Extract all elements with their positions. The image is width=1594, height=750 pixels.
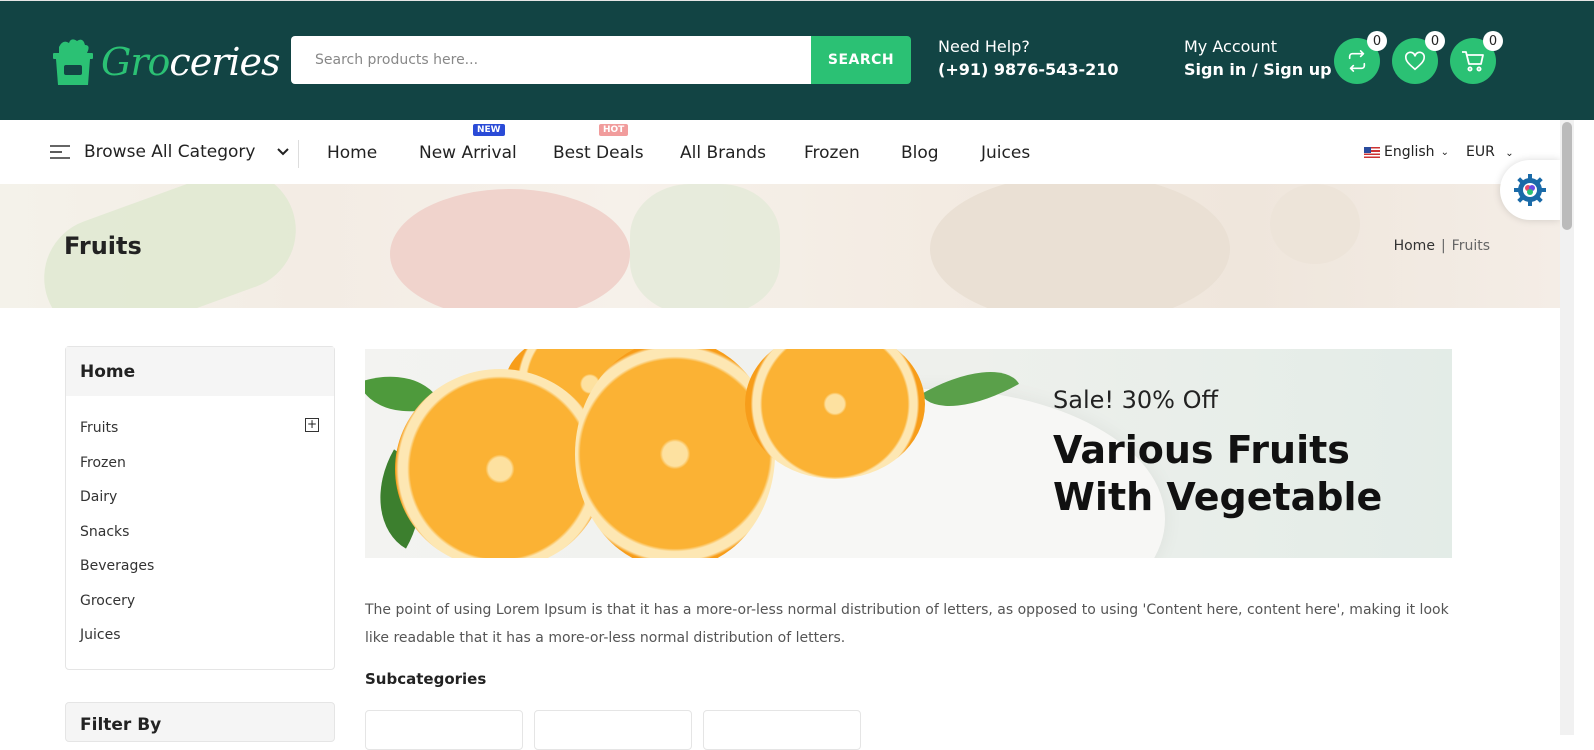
browse-category-label: Browse All Category (84, 142, 256, 162)
nav-blog[interactable]: Blog (901, 143, 939, 163)
compare-icon (1348, 50, 1366, 72)
subcategory-card[interactable] (534, 710, 692, 750)
language-selector[interactable]: English ⌄ (1364, 144, 1449, 160)
nav-all-brands[interactable]: All Brands (680, 143, 766, 163)
nav-home[interactable]: Home (327, 143, 377, 163)
sidebar-title[interactable]: Home (66, 347, 334, 396)
nav-new-arrival-label: New Arrival (419, 143, 517, 163)
category-dairy[interactable]: Dairy (80, 489, 117, 505)
wishlist-count: 0 (1425, 31, 1445, 51)
basket-icon (49, 37, 97, 87)
orange-half-image (395, 369, 605, 558)
category-banner[interactable]: Sale! 30% Off Various Fruits With Vegeta… (365, 349, 1452, 558)
browse-category-button[interactable]: Browse All Category (50, 142, 290, 162)
compare-button[interactable]: 0 (1334, 31, 1387, 84)
decor-mushroom (1270, 184, 1360, 264)
chevron-down-icon: ⌄ (1440, 146, 1449, 158)
category-snacks[interactable]: Snacks (80, 524, 129, 540)
banner-title: Various Fruits With Vegetable (1053, 428, 1383, 519)
logo[interactable]: Groceries (49, 36, 280, 88)
new-badge: NEW (473, 124, 505, 136)
scrollbar-thumb[interactable] (1562, 122, 1572, 230)
logo-text-part1: Gro (101, 40, 170, 84)
breadcrumb-current: Fruits (1451, 238, 1490, 254)
nav-divider (298, 140, 299, 168)
compare-count: 0 (1367, 31, 1387, 51)
chevron-down-icon: ⌄ (1505, 148, 1514, 159)
category-fruits[interactable]: Fruits (80, 420, 118, 436)
gear-icon (1514, 174, 1546, 206)
heart-icon (1405, 51, 1425, 71)
currency-selector[interactable]: EUR ⌄ (1466, 144, 1514, 160)
decor-green-pepper (630, 184, 780, 308)
expand-plus-icon[interactable]: + (305, 418, 319, 432)
logo-text-part2: ceries (169, 40, 280, 84)
nav-new-arrival[interactable]: NEW New Arrival (419, 124, 517, 163)
language-label: English (1384, 144, 1435, 160)
top-header: Groceries SEARCH Need Help? (+91) 9876-5… (0, 0, 1594, 120)
cart-icon (1462, 51, 1484, 72)
filter-panel-title[interactable]: Filter By (65, 702, 335, 742)
category-juices[interactable]: Juices (80, 627, 121, 643)
search-input[interactable] (291, 36, 811, 84)
category-frozen[interactable]: Frozen (80, 455, 126, 471)
orange-half-image (575, 349, 775, 558)
menu-icon (50, 145, 70, 159)
help-block: Need Help? (+91) 9876-543-210 (938, 37, 1118, 79)
nav-juices[interactable]: Juices (981, 143, 1030, 163)
decor-bread (930, 184, 1230, 308)
subcategories-heading: Subcategories (365, 670, 487, 688)
account-label: My Account (1184, 37, 1277, 56)
subcategory-card[interactable] (365, 710, 523, 750)
page-hero: Fruits Home | Fruits (0, 184, 1560, 308)
decor-pepper (390, 189, 630, 308)
banner-sale-text: Sale! 30% Off (1053, 386, 1219, 414)
signin-signup-link[interactable]: Sign in / Sign up (1184, 60, 1332, 79)
currency-label: EUR (1466, 144, 1495, 160)
breadcrumb-home[interactable]: Home (1394, 238, 1435, 254)
us-flag-icon (1364, 146, 1380, 158)
search-bar: SEARCH (291, 36, 911, 84)
cart-button[interactable]: 0 (1450, 31, 1503, 84)
category-description: The point of using Lorem Ipsum is that i… (365, 602, 1449, 646)
nav-best-deals[interactable]: HOT Best Deals (553, 124, 644, 163)
help-phone[interactable]: (+91) 9876-543-210 (938, 60, 1118, 79)
breadcrumb: Home | Fruits (1394, 238, 1490, 254)
category-beverages[interactable]: Beverages (80, 558, 154, 574)
wishlist-button[interactable]: 0 (1392, 31, 1445, 84)
help-label: Need Help? (938, 37, 1030, 56)
page-title: Fruits (64, 232, 142, 260)
category-sidebar: Home Fruits + Frozen Dairy Snacks Bevera… (65, 346, 335, 670)
nav-frozen[interactable]: Frozen (804, 143, 860, 163)
chevron-down-icon (277, 144, 290, 160)
search-button[interactable]: SEARCH (811, 36, 911, 84)
cart-count: 0 (1483, 31, 1503, 51)
subcategory-card[interactable] (703, 710, 861, 750)
breadcrumb-separator: | (1440, 238, 1446, 254)
main-nav: Browse All Category Home NEW New Arrival… (0, 120, 1560, 184)
hot-badge: HOT (599, 124, 629, 136)
settings-button[interactable] (1500, 160, 1560, 220)
nav-best-deals-label: Best Deals (553, 143, 644, 163)
account-block: My Account Sign in / Sign up (1184, 37, 1332, 79)
category-grocery[interactable]: Grocery (80, 593, 135, 609)
